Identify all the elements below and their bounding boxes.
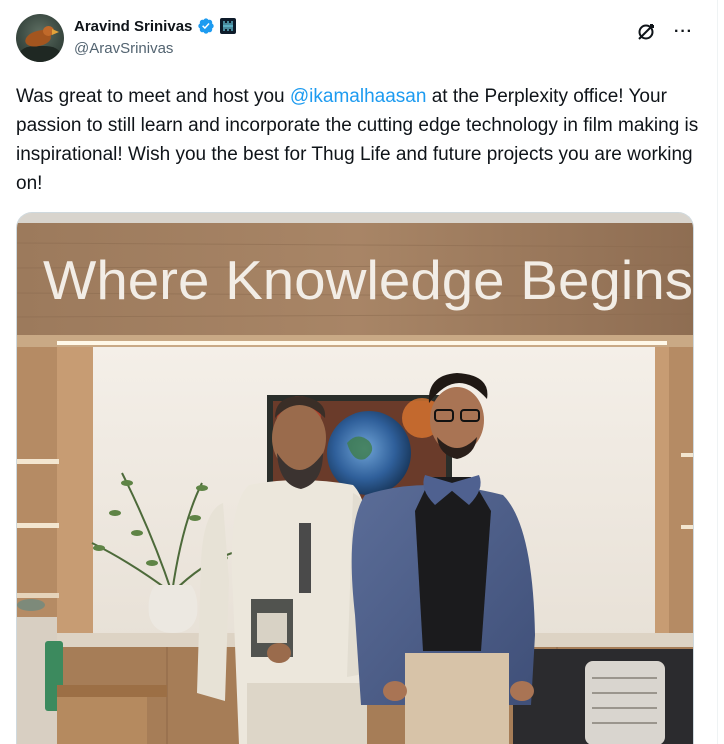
author-handle[interactable]: @AravSrinivas	[74, 40, 173, 57]
grok-icon[interactable]	[636, 22, 656, 42]
author-name-row: Aravind Srinivas	[74, 16, 237, 36]
verified-badge-icon[interactable]	[197, 17, 215, 35]
author-avatar[interactable]	[16, 14, 64, 62]
tweet-text: Was great to meet and host you @ikamalha…	[16, 82, 706, 198]
author-display-name[interactable]: Aravind Srinivas	[74, 18, 192, 35]
timeline-border	[717, 0, 718, 744]
affiliate-badge-icon[interactable]	[220, 18, 237, 34]
wall-sign-text: Where Knowledge Begins	[43, 249, 693, 311]
mention-link[interactable]: @ikamalhaasan	[290, 86, 427, 107]
photo-scene: Where Knowledge Begins	[17, 213, 693, 744]
more-options-icon[interactable]: ···	[674, 24, 693, 40]
tweet-text-part: Was great to meet and host you	[16, 86, 290, 107]
tweet-photo[interactable]: Where Knowledge Begins	[16, 212, 694, 744]
